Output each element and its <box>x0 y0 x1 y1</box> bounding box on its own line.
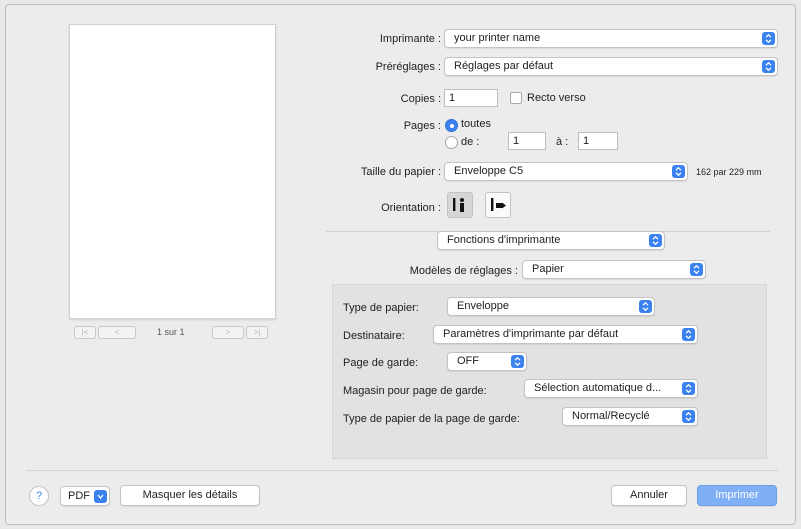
first-page-button[interactable]: |< <box>74 326 96 339</box>
updown-chevron-icon <box>682 410 695 423</box>
page-preview <box>69 24 276 319</box>
cover-tray-value: Sélection automatique d... <box>534 382 662 394</box>
paper-type-label: Type de papier: <box>343 302 419 314</box>
updown-chevron-icon <box>682 328 695 341</box>
pdf-menu-button[interactable]: PDF <box>60 486 110 506</box>
hide-details-button[interactable]: Masquer les détails <box>120 485 260 506</box>
landscape-orientation-icon <box>491 198 506 211</box>
pages-label: Pages : <box>403 120 441 132</box>
landscape-button[interactable] <box>485 192 511 218</box>
paper-dimensions: 162 par 229 mm <box>696 167 762 177</box>
updown-chevron-icon <box>762 32 775 45</box>
paper-size-label: Taille du papier : <box>360 166 441 178</box>
help-icon[interactable]: ? <box>29 486 49 506</box>
pages-from-field[interactable]: 1 <box>508 132 546 150</box>
updown-chevron-icon <box>639 300 652 313</box>
printer-label: Imprimante : <box>379 33 441 45</box>
copies-label: Copies : <box>400 93 441 105</box>
paper-type-select[interactable]: Enveloppe <box>447 297 655 316</box>
previous-page-button[interactable]: < <box>98 326 136 339</box>
pages-to-label: à : <box>556 136 569 148</box>
page-indicator: 1 sur 1 <box>157 327 185 337</box>
presets-select[interactable]: Réglages par défaut <box>444 57 778 76</box>
paper-size-value: Enveloppe C5 <box>454 165 524 177</box>
paper-size-select[interactable]: Enveloppe C5 <box>444 162 688 181</box>
previous-page-label: < <box>114 328 120 337</box>
destination-value: Paramètres d'imprimante par défaut <box>443 328 619 340</box>
presets-value: Réglages par défaut <box>454 60 554 72</box>
next-page-label: > <box>225 328 231 337</box>
pages-all-radio[interactable] <box>445 119 458 132</box>
cover-paper-type-select[interactable]: Normal/Recyclé <box>562 407 698 426</box>
updown-chevron-icon <box>649 234 662 247</box>
updown-chevron-icon <box>690 263 703 276</box>
portrait-button[interactable] <box>447 192 473 218</box>
updown-chevron-icon <box>672 165 685 178</box>
first-page-label: |< <box>81 328 89 337</box>
cover-page-select[interactable]: OFF <box>447 352 527 371</box>
pages-all-label: toutes <box>461 118 491 130</box>
printer-value: your printer name <box>454 32 541 44</box>
feature-sets-value: Papier <box>532 263 564 275</box>
updown-chevron-icon <box>682 382 695 395</box>
presets-label: Préréglages : <box>375 61 441 73</box>
destination-select[interactable]: Paramètres d'imprimante par défaut <box>433 325 698 344</box>
orientation-label: Orientation : <box>381 202 441 214</box>
section-select[interactable]: Fonctions d'imprimante <box>437 231 665 250</box>
pages-to-field[interactable]: 1 <box>578 132 618 150</box>
feature-sets-select[interactable]: Papier <box>522 260 706 279</box>
last-page-label: >| <box>253 328 261 337</box>
updown-chevron-icon <box>511 355 524 368</box>
pdf-label: PDF <box>68 490 90 502</box>
destination-label: Destinataire: <box>343 330 405 342</box>
cover-page-value: OFF <box>457 355 479 367</box>
cover-page-label: Page de garde: <box>343 357 419 369</box>
cover-tray-label: Magasin pour page de garde: <box>343 385 487 397</box>
updown-chevron-icon <box>762 60 775 73</box>
copies-field[interactable]: 1 <box>444 89 498 107</box>
cancel-button[interactable]: Annuler <box>611 485 687 506</box>
print-button[interactable]: Imprimer <box>697 485 777 506</box>
cover-paper-type-label: Type de papier de la page de garde: <box>343 413 520 425</box>
cover-paper-type-value: Normal/Recyclé <box>572 410 650 422</box>
footer-divider <box>26 470 778 471</box>
chevron-down-icon <box>94 490 107 503</box>
last-page-button[interactable]: >| <box>246 326 268 339</box>
duplex-label: Recto verso <box>527 92 586 104</box>
section-value: Fonctions d'imprimante <box>447 234 561 246</box>
pages-range-radio[interactable] <box>445 136 458 149</box>
printer-select[interactable]: your printer name <box>444 29 778 48</box>
pages-from-label: de : <box>461 136 480 148</box>
next-page-button[interactable]: > <box>212 326 244 339</box>
portrait-orientation-icon <box>453 198 464 212</box>
cover-tray-select[interactable]: Sélection automatique d... <box>524 379 698 398</box>
duplex-checkbox[interactable] <box>510 92 522 104</box>
feature-sets-label: Modèles de réglages : <box>409 265 518 277</box>
paper-type-value: Enveloppe <box>457 300 509 312</box>
